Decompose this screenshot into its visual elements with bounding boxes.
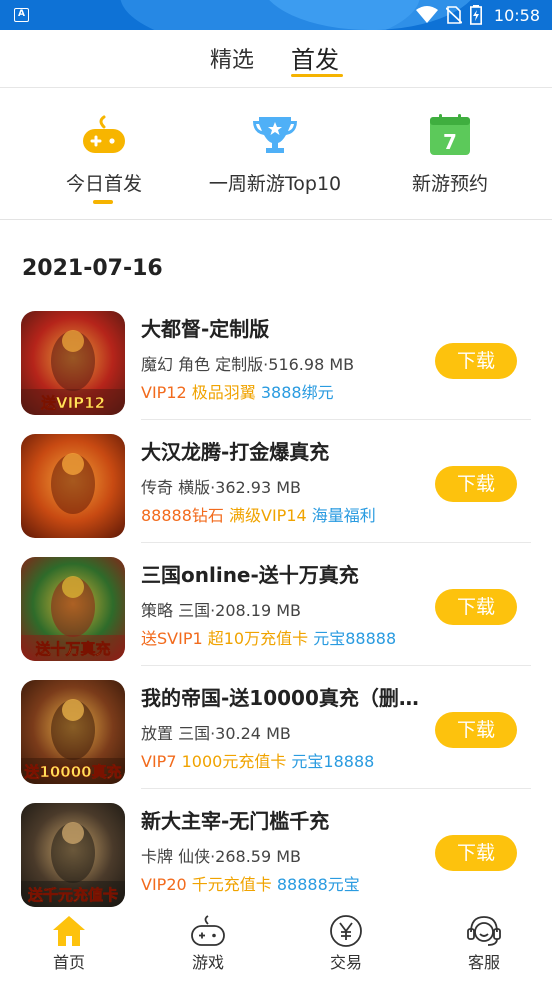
- category-label: 今日首发: [65, 173, 142, 195]
- game-meta: 卡牌 仙侠·268.59 MB: [141, 847, 302, 866]
- game-tag: 88888元宝: [276, 875, 360, 894]
- game-list-item[interactable]: 送千元充值卡 新大主宰-无门槛千充卡牌 仙侠·268.59 MB VIP20 千元充…: [0, 803, 552, 926]
- download-button[interactable]: 下载: [435, 835, 517, 871]
- thumbnail-caption: 送VIP12: [40, 394, 105, 412]
- game-name[interactable]: 三国online-送十万真充: [141, 559, 359, 588]
- headset-icon: [467, 916, 501, 946]
- game-tag: 极品羽翼: [191, 383, 256, 402]
- game-tag: 千元充值卡: [191, 875, 272, 894]
- category-label: 新游预约: [411, 173, 488, 195]
- battery-icon: [469, 5, 482, 25]
- download-button[interactable]: 下载: [435, 343, 517, 379]
- game-meta: 魔幻 角色 定制版·516.98 MB: [141, 355, 355, 374]
- game-tag: 3888绑元: [260, 383, 334, 402]
- game-name[interactable]: 新大主宰-无门槛千充: [141, 805, 329, 834]
- game-meta: 传奇 横版·362.93 MB: [141, 478, 302, 497]
- game-tag: VIP12: [141, 383, 187, 402]
- game-tag: VIP20: [141, 875, 187, 894]
- tab-first-release[interactable]: 首发: [291, 40, 339, 75]
- game-meta: 放置 三国·30.24 MB: [141, 724, 291, 743]
- nav-label: 交易: [329, 953, 362, 972]
- game-tags: 送SVIP1 超10万充值卡 元宝88888: [141, 625, 396, 649]
- download-button[interactable]: 下载: [435, 466, 517, 502]
- category-weekly-top10[interactable]: 一周新游Top10: [200, 113, 350, 196]
- bottom-nav: 首页 游戏 交易 客服: [0, 910, 552, 981]
- game-thumbnail[interactable]: 送十万真充: [21, 557, 125, 661]
- active-category-indicator: [93, 200, 113, 204]
- category-row: 今日首发 一周新游Top10 7 新游预约: [0, 89, 552, 220]
- calendar-day: 7: [443, 130, 457, 154]
- game-list-item[interactable]: 送VIP12 大都督-定制版魔幻 角色 定制版·516.98 MB VIP12 极品…: [0, 311, 552, 434]
- game-meta: 策略 三国·208.19 MB: [141, 601, 302, 620]
- game-tag: 满级VIP14: [229, 506, 307, 525]
- thumbnail-caption: 送10000真充: [23, 763, 121, 781]
- status-icons: 10:58: [415, 4, 540, 26]
- game-tags: VIP12 极品羽翼 3888绑元: [141, 379, 334, 403]
- game-tag: VIP7: [141, 752, 177, 771]
- nav-support[interactable]: 客服: [444, 914, 524, 973]
- divider: [141, 665, 531, 666]
- game-tag: 元宝18888: [291, 752, 375, 771]
- game-thumbnail[interactable]: 送千元充值卡: [21, 803, 125, 907]
- home-icon: [53, 916, 85, 946]
- game-name[interactable]: 大都督-定制版: [141, 313, 269, 342]
- game-list-item[interactable]: 送10000真充 我的帝国-送10000真充（删… 放置 三国·30.24 MB VI…: [0, 680, 552, 803]
- nav-label: 客服: [467, 953, 500, 972]
- wifi-icon: [415, 6, 438, 23]
- tab-featured[interactable]: 精选: [210, 42, 254, 74]
- gamepad-icon: [191, 915, 225, 946]
- status-time: 10:58: [493, 5, 540, 25]
- game-tag: 1000元充值卡: [181, 752, 287, 771]
- nav-games[interactable]: 游戏: [168, 914, 248, 973]
- category-today-first[interactable]: 今日首发: [60, 113, 148, 196]
- game-thumbnail[interactable]: 送10000真充: [21, 680, 125, 784]
- game-tag: 送SVIP1: [141, 629, 203, 648]
- game-tag: 元宝88888: [313, 629, 397, 648]
- download-button[interactable]: 下载: [435, 712, 517, 748]
- game-thumbnail[interactable]: 送VIP12: [21, 311, 125, 415]
- download-button[interactable]: 下载: [435, 589, 517, 625]
- nav-trade[interactable]: 交易: [306, 914, 386, 973]
- yen-icon: [330, 915, 362, 947]
- release-date-heading: 2021-07-16: [22, 256, 163, 281]
- divider: [141, 542, 531, 543]
- game-list-item[interactable]: 大汉龙腾-打金爆真充传奇 横版·362.93 MB 88888钻石 满级VIP14…: [0, 434, 552, 557]
- gamepad-icon: [83, 115, 125, 153]
- status-bar: A 10:58: [0, 0, 552, 30]
- game-tag: 海量福利: [311, 506, 376, 525]
- category-new-reservation[interactable]: 7 新游预约: [404, 113, 496, 196]
- nav-label: 游戏: [191, 953, 224, 972]
- calendar-icon: 7: [430, 114, 470, 155]
- game-list-item[interactable]: 送十万真充 三国online-送十万真充策略 三国·208.19 MB 送SVIP1…: [0, 557, 552, 680]
- nav-label: 首页: [52, 953, 85, 972]
- game-tags: VIP7 1000元充值卡 元宝18888: [141, 748, 374, 772]
- category-label: 一周新游Top10: [208, 173, 342, 195]
- top-tabs: 精选 首发: [0, 30, 552, 88]
- thumbnail-caption: 送千元充值卡: [27, 886, 118, 904]
- app-notification-icon: A: [14, 8, 29, 22]
- trophy-icon: [253, 117, 297, 153]
- no-sim-icon: [445, 6, 462, 24]
- divider: [141, 788, 531, 789]
- game-name[interactable]: 我的帝国-送10000真充（删…: [141, 682, 419, 711]
- game-tags: 88888钻石 满级VIP14 海量福利: [141, 502, 376, 526]
- game-name[interactable]: 大汉龙腾-打金爆真充: [141, 436, 329, 465]
- nav-home[interactable]: 首页: [29, 914, 109, 973]
- game-tags: VIP20 千元充值卡 88888元宝: [141, 871, 360, 895]
- game-tag: 88888钻石: [141, 506, 224, 525]
- active-tab-indicator: [291, 74, 343, 77]
- divider: [141, 419, 531, 420]
- game-thumbnail[interactable]: [21, 434, 125, 538]
- thumbnail-caption: 送十万真充: [34, 640, 110, 658]
- game-tag: 超10万充值卡: [207, 629, 309, 648]
